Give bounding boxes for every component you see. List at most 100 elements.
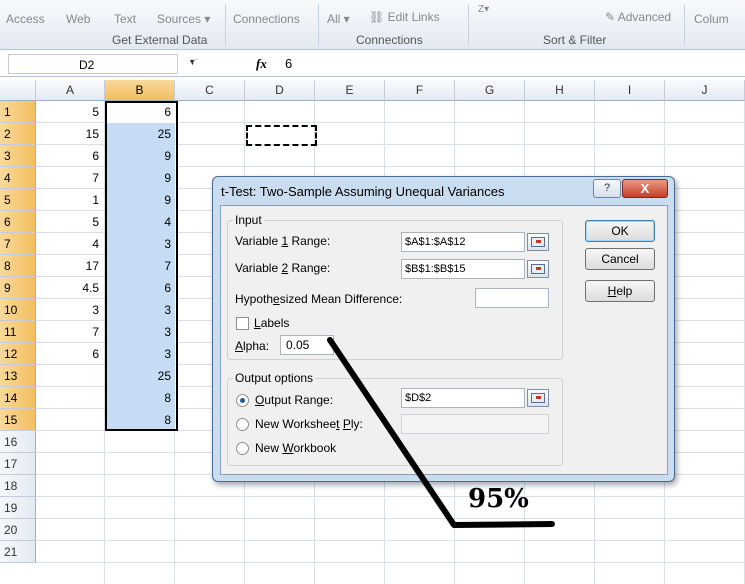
group-label-sort-filter: Sort & Filter: [543, 33, 607, 47]
alpha-input[interactable]: 0.05: [280, 335, 334, 355]
column-header-g[interactable]: G: [455, 80, 525, 101]
row-header-9[interactable]: 9: [0, 277, 36, 299]
cell-a12[interactable]: 6: [36, 343, 103, 365]
cell-a4[interactable]: 7: [36, 167, 103, 189]
existing-connections-button[interactable]: Connections: [233, 12, 300, 26]
dialog-help-icon[interactable]: ?: [593, 179, 621, 198]
hypothesized-mean-label: Hypothesized Mean Difference:: [235, 292, 403, 306]
row-header-3[interactable]: 3: [0, 145, 36, 167]
column-header-d[interactable]: D: [245, 80, 315, 101]
cell-a6[interactable]: 5: [36, 211, 103, 233]
new-worksheet-ply-input[interactable]: [401, 414, 549, 434]
variable-2-range-input[interactable]: $B$1:$B$15: [401, 259, 525, 279]
new-workbook-label[interactable]: New Workbook: [255, 441, 336, 455]
row-header-6[interactable]: 6: [0, 211, 36, 233]
cell-a11[interactable]: 7: [36, 321, 103, 343]
name-box[interactable]: D2: [8, 54, 178, 74]
column-header-f[interactable]: F: [385, 80, 455, 101]
hypothesized-mean-input[interactable]: [475, 288, 549, 308]
output-range-label[interactable]: Output Range:: [255, 393, 333, 407]
ribbon: Access Web Text Sources ▾ Get External D…: [0, 0, 745, 50]
labels-checkbox-label[interactable]: Labels: [254, 316, 289, 330]
row-header-8[interactable]: 8: [0, 255, 36, 277]
row-header-7[interactable]: 7: [0, 233, 36, 255]
gridline: [36, 496, 745, 497]
row-header-14[interactable]: 14: [0, 387, 36, 409]
column-header-a[interactable]: A: [36, 80, 105, 101]
variable-2-label: Variable 2 Range:: [235, 261, 331, 275]
row-header-10[interactable]: 10: [0, 299, 36, 321]
refresh-all-button[interactable]: All ▾: [327, 12, 350, 26]
new-workbook-radio[interactable]: [236, 442, 249, 455]
column-header-j[interactable]: J: [665, 80, 745, 101]
cell-d2-marquee[interactable]: [246, 125, 317, 146]
labels-checkbox[interactable]: [236, 317, 249, 330]
cell-a8[interactable]: 17: [36, 255, 103, 277]
row-header-1[interactable]: 1: [0, 101, 36, 123]
chain-link-icon: ⛓: [369, 10, 385, 24]
group-label-get-external-data: Get External Data: [112, 33, 208, 47]
gridline: [36, 562, 745, 563]
ttest-dialog: t-Test: Two-Sample Assuming Unequal Vari…: [212, 176, 675, 482]
row-header-16[interactable]: 16: [0, 431, 36, 453]
from-access-button[interactable]: Access: [6, 12, 45, 26]
column-header-e[interactable]: E: [315, 80, 385, 101]
row-header-13[interactable]: 13: [0, 365, 36, 387]
collapse-dialog-icon[interactable]: [527, 389, 549, 407]
new-worksheet-ply-radio[interactable]: [236, 418, 249, 431]
column-header-c[interactable]: C: [175, 80, 245, 101]
cell-a10[interactable]: 3: [36, 299, 103, 321]
help-button[interactable]: Help: [585, 280, 655, 302]
column-header-i[interactable]: I: [595, 80, 665, 101]
output-range-input[interactable]: $D$2: [401, 388, 525, 408]
edit-links-button[interactable]: ⛓ Edit Links: [369, 10, 440, 24]
collapse-dialog-icon[interactable]: [527, 233, 549, 251]
filter-pencil-icon: ✎: [605, 10, 616, 24]
new-worksheet-ply-label[interactable]: New Worksheet Ply:: [255, 417, 363, 431]
alpha-label: Alpha:: [235, 339, 270, 353]
cancel-button[interactable]: Cancel: [585, 248, 655, 270]
cell-a9[interactable]: 4.5: [36, 277, 103, 299]
annotation-label: 95%: [468, 484, 529, 514]
advanced-filter-button[interactable]: ✎ Advanced: [605, 10, 671, 24]
insert-function-icon[interactable]: fx: [256, 56, 267, 72]
select-all-corner[interactable]: [0, 80, 36, 101]
ok-button[interactable]: OK: [585, 220, 655, 242]
row-header-4[interactable]: 4: [0, 167, 36, 189]
output-options-legend: Output options: [233, 371, 316, 385]
row-header-5[interactable]: 5: [0, 189, 36, 211]
formula-input[interactable]: 6: [285, 56, 292, 71]
collapse-dialog-icon[interactable]: [527, 260, 549, 278]
variable-1-range-input[interactable]: $A$1:$A$12: [401, 232, 525, 252]
output-range-radio[interactable]: [236, 394, 249, 407]
cell-a7[interactable]: 4: [36, 233, 103, 255]
close-icon[interactable]: X: [622, 179, 668, 198]
column-header-h[interactable]: H: [525, 80, 595, 101]
row-header-12[interactable]: 12: [0, 343, 36, 365]
row-header-18[interactable]: 18: [0, 475, 36, 497]
sort-button[interactable]: Z▾: [478, 4, 489, 15]
ribbon-separator: [225, 4, 226, 46]
row-header-15[interactable]: 15: [0, 409, 36, 431]
ribbon-separator: [684, 4, 685, 46]
text-to-columns-button[interactable]: Colum: [694, 12, 729, 26]
row-header-20[interactable]: 20: [0, 519, 36, 541]
row-header-2[interactable]: 2: [0, 123, 36, 145]
ribbon-separator: [468, 4, 469, 46]
ribbon-separator: [318, 4, 319, 46]
row-header-19[interactable]: 19: [0, 497, 36, 519]
group-label-connections: Connections: [356, 33, 423, 47]
row-header-17[interactable]: 17: [0, 453, 36, 475]
cell-a1[interactable]: 5: [36, 101, 103, 123]
row-header-11[interactable]: 11: [0, 321, 36, 343]
cell-a2[interactable]: 15: [36, 123, 103, 145]
input-group-legend: Input: [233, 213, 264, 227]
other-sources-button[interactable]: Sources ▾: [157, 12, 210, 26]
cell-a3[interactable]: 6: [36, 145, 103, 167]
row-header-21[interactable]: 21: [0, 541, 36, 563]
column-header-b[interactable]: B: [105, 80, 175, 101]
name-box-value: D2: [79, 58, 95, 72]
cell-a5[interactable]: 1: [36, 189, 103, 211]
from-text-button[interactable]: Text: [114, 12, 136, 26]
from-web-button[interactable]: Web: [66, 12, 90, 26]
